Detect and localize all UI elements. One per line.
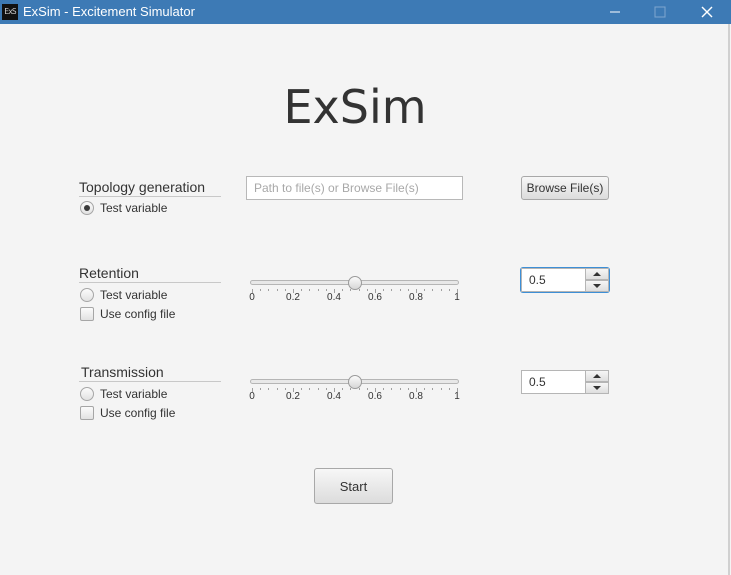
slider-tick bbox=[440, 289, 442, 291]
retention-value-input[interactable] bbox=[521, 268, 585, 292]
slider-tick-label: 0 bbox=[249, 292, 255, 303]
retention-test-variable-label: Test variable bbox=[100, 288, 168, 302]
caret-up-icon bbox=[593, 374, 601, 378]
slider-thumb[interactable] bbox=[347, 375, 362, 389]
retention-use-config-label: Use config file bbox=[100, 307, 176, 321]
transmission-test-variable-radio[interactable] bbox=[80, 387, 94, 401]
topology-divider bbox=[79, 196, 221, 197]
retention-test-variable-radio[interactable] bbox=[80, 288, 94, 302]
topology-test-variable-radio[interactable] bbox=[80, 201, 94, 215]
decrement-button[interactable] bbox=[585, 382, 609, 394]
slider-tick bbox=[317, 289, 319, 291]
slider-tick bbox=[424, 388, 426, 390]
slider-tick bbox=[366, 388, 368, 390]
slider-tick bbox=[391, 388, 393, 390]
slider-tick-label: 0.4 bbox=[327, 391, 341, 402]
caret-up-icon bbox=[593, 272, 601, 276]
slider-tick-label: 0.2 bbox=[286, 391, 300, 402]
slider-tick bbox=[432, 388, 434, 390]
slider-tick bbox=[432, 289, 434, 291]
slider-tick bbox=[268, 388, 270, 390]
transmission-label: Transmission bbox=[81, 364, 164, 380]
slider-tick-label: 0.8 bbox=[409, 391, 423, 402]
slider-tick-label: 1 bbox=[454, 292, 460, 303]
slider-tick-label: 1 bbox=[454, 391, 460, 402]
slider-tick bbox=[424, 289, 426, 291]
increment-button[interactable] bbox=[585, 370, 609, 382]
retention-divider bbox=[79, 282, 221, 283]
slider-tick-label: 0 bbox=[249, 391, 255, 402]
close-icon[interactable] bbox=[684, 0, 730, 24]
path-input[interactable] bbox=[246, 176, 463, 200]
title-bar: ExS ExSim - Excitement Simulator bbox=[0, 0, 731, 24]
slider-tick bbox=[268, 289, 270, 291]
slider-tick-label: 0.6 bbox=[368, 391, 382, 402]
slider-tick bbox=[383, 388, 385, 390]
slider-tick bbox=[301, 289, 303, 291]
window-title: ExSim - Excitement Simulator bbox=[23, 4, 195, 19]
slider-tick bbox=[350, 388, 352, 390]
slider-tick bbox=[317, 388, 319, 390]
slider-tick bbox=[301, 388, 303, 390]
slider-tick bbox=[399, 388, 401, 390]
caret-down-icon bbox=[593, 284, 601, 288]
caret-down-icon bbox=[593, 386, 601, 390]
slider-thumb[interactable] bbox=[347, 276, 362, 290]
slider-tick bbox=[448, 289, 450, 291]
slider-tick bbox=[284, 388, 286, 390]
slider-tick bbox=[350, 289, 352, 291]
slider-tick bbox=[366, 289, 368, 291]
browse-files-button[interactable]: Browse File(s) bbox=[521, 176, 609, 200]
app-icon: ExS bbox=[2, 4, 18, 20]
slider-tick bbox=[358, 289, 360, 291]
slider-tick bbox=[358, 388, 360, 390]
slider-tick bbox=[407, 388, 409, 390]
slider-tick-label: 0.8 bbox=[409, 292, 423, 303]
slider-tick bbox=[407, 289, 409, 291]
slider-tick bbox=[399, 289, 401, 291]
retention-use-config-checkbox[interactable] bbox=[80, 307, 94, 321]
transmission-divider bbox=[79, 381, 221, 382]
slider-tick bbox=[309, 388, 311, 390]
transmission-spinner[interactable] bbox=[521, 370, 609, 394]
minimize-icon[interactable] bbox=[592, 0, 638, 24]
slider-tick bbox=[342, 289, 344, 291]
retention-label: Retention bbox=[79, 265, 139, 281]
topology-label: Topology generation bbox=[79, 179, 206, 195]
window-border bbox=[728, 24, 730, 575]
slider-tick bbox=[276, 388, 278, 390]
transmission-use-config-checkbox[interactable] bbox=[80, 406, 94, 420]
transmission-slider[interactable]: 0 0.2 0.4 0.6 0.8 1 bbox=[249, 375, 460, 411]
transmission-value-input[interactable] bbox=[521, 370, 585, 394]
slider-tick bbox=[284, 289, 286, 291]
transmission-test-variable-label: Test variable bbox=[100, 387, 168, 401]
slider-tick-label: 0.4 bbox=[327, 292, 341, 303]
decrement-button[interactable] bbox=[585, 280, 609, 292]
slider-tick-label: 0.6 bbox=[368, 292, 382, 303]
slider-tick bbox=[325, 388, 327, 390]
increment-button[interactable] bbox=[585, 268, 609, 280]
retention-slider[interactable]: 0 0.2 0.4 0.6 0.8 1 bbox=[249, 276, 460, 312]
slider-tick-label: 0.2 bbox=[286, 292, 300, 303]
slider-tick bbox=[448, 388, 450, 390]
retention-spinner[interactable] bbox=[521, 268, 609, 292]
maximize-icon[interactable] bbox=[637, 0, 683, 24]
slider-tick bbox=[309, 289, 311, 291]
topology-test-variable-label: Test variable bbox=[100, 201, 168, 215]
slider-tick bbox=[260, 388, 262, 390]
slider-tick bbox=[383, 289, 385, 291]
slider-tick bbox=[391, 289, 393, 291]
slider-tick bbox=[276, 289, 278, 291]
slider-tick bbox=[325, 289, 327, 291]
app-heading: ExSim bbox=[283, 80, 427, 134]
start-button[interactable]: Start bbox=[314, 468, 393, 504]
slider-tick bbox=[342, 388, 344, 390]
slider-tick bbox=[260, 289, 262, 291]
transmission-use-config-label: Use config file bbox=[100, 406, 176, 420]
slider-tick bbox=[440, 388, 442, 390]
